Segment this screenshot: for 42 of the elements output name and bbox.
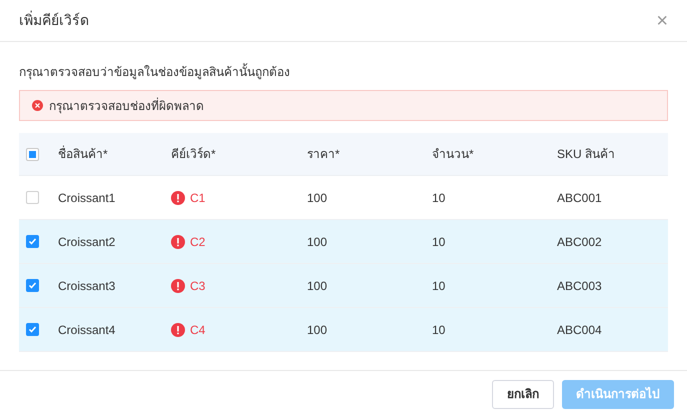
check-icon: [28, 281, 37, 290]
table-cell: Croissant3: [58, 278, 116, 292]
table-cell: ABC004: [557, 322, 602, 336]
checkbox[interactable]: [26, 279, 39, 292]
column-header: จำนวน*: [432, 147, 474, 161]
table-cell: 100: [307, 278, 328, 292]
cancel-button[interactable]: ยกเลิก: [492, 380, 554, 408]
table-cell: Croissant1: [58, 190, 116, 204]
instruction-text: กรุณาตรวจสอบว่าข้อมูลในช่องข้อมูลสินค้านั้นถูกต้อง: [19, 63, 291, 81]
table-cell: 10: [432, 234, 446, 248]
table-cell-text: C1: [190, 190, 206, 206]
alert-message: กรุณาตรวจสอบช่องที่ผิดพลาด: [49, 96, 204, 114]
column-header: ชื่อสินค้า*: [58, 147, 108, 161]
table-cell: Croissant2: [58, 234, 116, 248]
column-header: ราคา*: [307, 147, 340, 161]
dialog-title: เพิ่มคีย์เวิร์ด: [19, 10, 89, 30]
table-row[interactable]: Croissant3 C3 100 10 ABC003: [19, 264, 668, 308]
checkbox[interactable]: [26, 148, 39, 160]
check-icon: [28, 325, 37, 334]
error-icon: [32, 100, 43, 111]
table-cell-text: C4: [190, 322, 206, 338]
table-cell: 10: [432, 190, 446, 204]
table-cell: Croissant4: [58, 322, 116, 336]
table-cell-text: C2: [190, 234, 206, 250]
table-cell: 10: [432, 278, 446, 292]
table-cell: 100: [307, 322, 328, 336]
table-cell: 100: [307, 234, 328, 248]
column-header: SKU สินค้า: [557, 147, 616, 161]
indeterminate-mark: [29, 150, 36, 158]
checkbox[interactable]: [26, 235, 39, 248]
table-cell: ABC003: [557, 278, 602, 292]
checkbox[interactable]: [26, 323, 39, 336]
table-cell: 100: [307, 190, 328, 204]
column-header: คีย์เวิร์ด*: [171, 147, 216, 161]
table-row[interactable]: Croissant4 C4 100 10 ABC004: [19, 308, 668, 352]
check-icon: [28, 237, 37, 246]
table-row[interactable]: Croissant2 C2 100 10 ABC002: [19, 220, 668, 264]
table-cell: ABC002: [557, 234, 602, 248]
table-cell-text: C3: [190, 278, 206, 294]
checkbox[interactable]: [26, 191, 39, 204]
table-cell: 10: [432, 322, 446, 336]
table-cell: ABC001: [557, 190, 602, 204]
